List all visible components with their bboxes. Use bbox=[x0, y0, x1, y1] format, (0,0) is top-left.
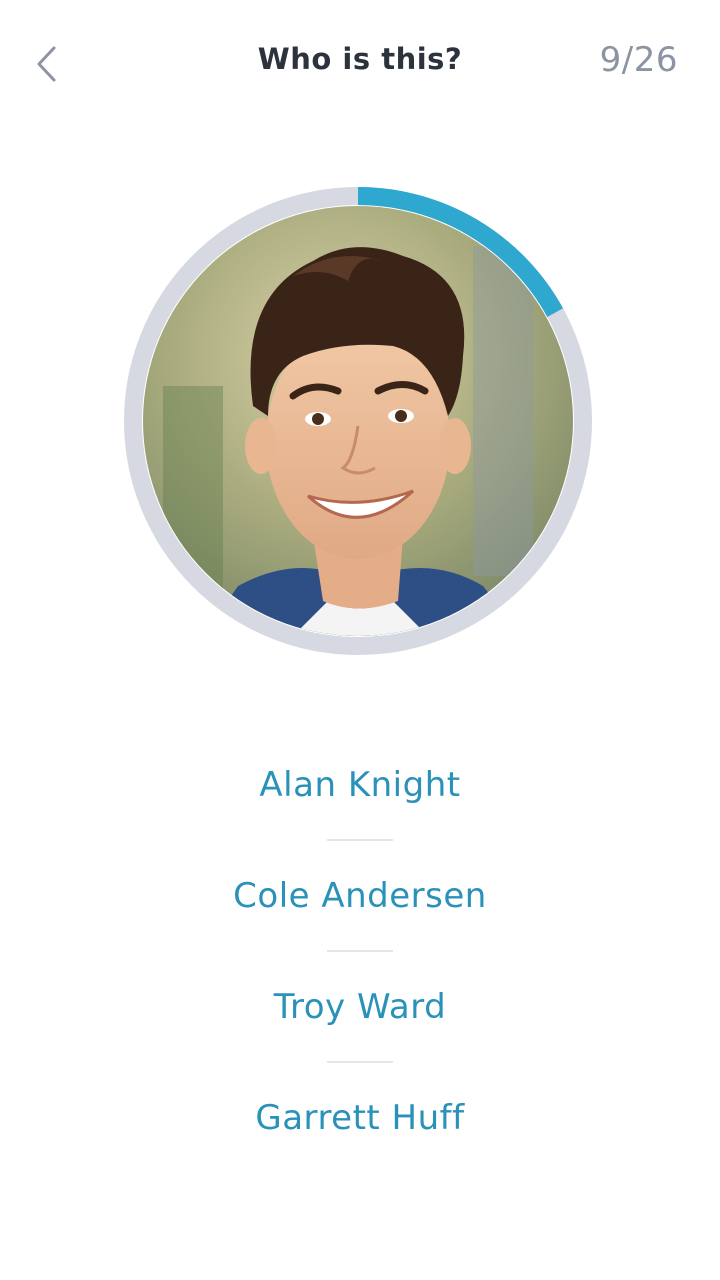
answer-option[interactable]: Alan Knight bbox=[0, 730, 720, 839]
header-bar: Who is this? 9/26 bbox=[0, 0, 720, 130]
person-photo bbox=[143, 206, 573, 636]
answer-option-label: Cole Andersen bbox=[233, 875, 487, 916]
answer-option-label: Garrett Huff bbox=[255, 1097, 465, 1138]
answer-options: Alan Knight Cole Andersen Troy Ward Garr… bbox=[0, 730, 720, 1172]
answer-option[interactable]: Garrett Huff bbox=[0, 1063, 720, 1172]
answer-option-label: Troy Ward bbox=[273, 986, 447, 1027]
answer-option-label: Alan Knight bbox=[259, 764, 461, 805]
question-counter: 9/26 bbox=[599, 40, 678, 80]
photo-timer-ring bbox=[123, 186, 593, 656]
answer-option[interactable]: Troy Ward bbox=[0, 952, 720, 1061]
answer-option[interactable]: Cole Andersen bbox=[0, 841, 720, 950]
